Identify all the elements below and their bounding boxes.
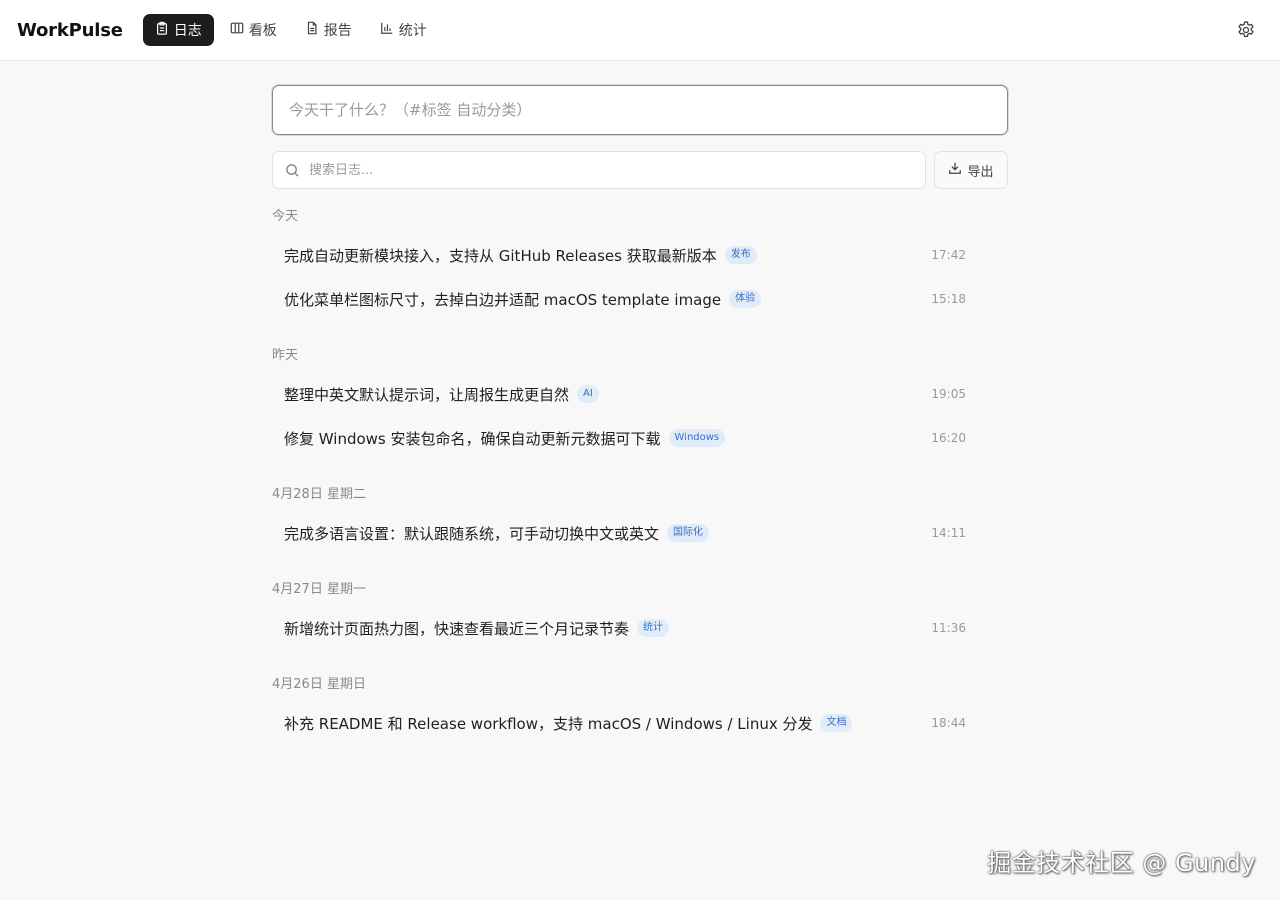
tab-journal[interactable]: 日志: [142, 14, 214, 46]
search-input[interactable]: [273, 152, 925, 188]
tab-stats-label: 统计: [398, 23, 427, 39]
log-entry[interactable]: 修复 Windows 安装包命名，确保自动更新元数据可下载 Windows 16…: [272, 416, 1008, 460]
export-label: 导出: [967, 164, 994, 180]
day-group-today: 今天 完成自动更新模块接入，支持从 GitHub Releases 获取最新版本…: [272, 208, 1008, 321]
tab-report-label: 报告: [323, 23, 352, 39]
entry-text: 补充 README 和 Release workflow，支持 macOS / …: [284, 714, 813, 733]
tag-badge[interactable]: AI: [577, 385, 599, 403]
settings-button[interactable]: [1236, 20, 1256, 40]
day-group-yesterday: 昨天 整理中英文默认提示词，让周报生成更自然 AI 19:05 修复 Windo…: [272, 347, 1008, 460]
entry-list: 整理中英文默认提示词，让周报生成更自然 AI 19:05 修复 Windows …: [272, 372, 1008, 460]
entry-time: 16:20: [931, 431, 966, 445]
entry-text: 修复 Windows 安装包命名，确保自动更新元数据可下载: [284, 429, 661, 448]
tab-report[interactable]: 报告: [293, 14, 364, 46]
log-entry[interactable]: 整理中英文默认提示词，让周报生成更自然 AI 19:05: [272, 372, 1008, 416]
gear-icon: [1236, 21, 1256, 44]
tab-board[interactable]: 看板: [218, 14, 289, 46]
tag-badge[interactable]: 统计: [637, 619, 670, 637]
compose-input[interactable]: [272, 85, 1008, 135]
bar-chart-icon: [380, 21, 394, 39]
entry-text: 完成多语言设置：默认跟随系统，可手动切换中文或英文: [284, 524, 660, 543]
entry-list: 完成自动更新模块接入，支持从 GitHub Releases 获取最新版本 发布…: [272, 233, 1008, 321]
journal-toolbar: 导出: [272, 151, 1008, 189]
day-group: 4月26日 星期日 补充 README 和 Release workflow，支…: [272, 676, 1008, 745]
document-icon: [305, 21, 319, 39]
group-label: 4月28日 星期二: [272, 487, 366, 502]
main-nav: 日志 看板 报告 统计: [142, 14, 439, 46]
watermark-text: 掘金技术社区 @ Gundy: [987, 849, 1256, 877]
log-entry[interactable]: 完成自动更新模块接入，支持从 GitHub Releases 获取最新版本 发布…: [272, 233, 1008, 277]
entry-text: 新增统计页面热力图，快速查看最近三个月记录节奏: [284, 619, 630, 638]
entry-list: 补充 README 和 Release workflow，支持 macOS / …: [272, 701, 1008, 745]
log-entry[interactable]: 新增统计页面热力图，快速查看最近三个月记录节奏 统计 11:36: [272, 606, 1008, 650]
entry-time: 19:05: [931, 387, 966, 401]
tag-badge[interactable]: 国际化: [667, 524, 710, 542]
tag-badge[interactable]: 文档: [820, 714, 853, 732]
entry-time: 15:18: [931, 292, 966, 306]
entry-time: 18:44: [931, 716, 966, 730]
group-label: 昨天: [272, 348, 299, 363]
entry-time: 11:36: [931, 621, 966, 635]
log-entry[interactable]: 补充 README 和 Release workflow，支持 macOS / …: [272, 701, 1008, 745]
clipboard-icon: [155, 21, 169, 39]
tab-journal-label: 日志: [173, 23, 202, 39]
log-entry[interactable]: 完成多语言设置：默认跟随系统，可手动切换中文或英文 国际化 14:11: [272, 511, 1008, 555]
day-group: 4月28日 星期二 完成多语言设置：默认跟随系统，可手动切换中文或英文 国际化 …: [272, 486, 1008, 555]
board-icon: [230, 21, 244, 39]
download-icon: [948, 161, 962, 179]
entry-text: 完成自动更新模块接入，支持从 GitHub Releases 获取最新版本: [284, 246, 717, 265]
journal-main: 导出 今天 完成自动更新模块接入，支持从 GitHub Releases 获取最…: [272, 85, 1008, 745]
search-box: [272, 151, 926, 189]
group-label: 4月27日 星期一: [272, 582, 366, 597]
tag-badge[interactable]: 体验: [729, 290, 762, 308]
entry-text: 整理中英文默认提示词，让周报生成更自然: [284, 385, 570, 404]
entry-text: 优化菜单栏图标尺寸，去掉白边并适配 macOS template image: [284, 290, 722, 309]
entry-time: 14:11: [931, 526, 966, 540]
entry-list: 新增统计页面热力图，快速查看最近三个月记录节奏 统计 11:36: [272, 606, 1008, 650]
entry-time: 17:42: [931, 248, 966, 262]
group-label: 4月26日 星期日: [272, 677, 366, 692]
tab-board-label: 看板: [248, 23, 277, 39]
app-title: WorkPulse: [17, 19, 123, 41]
tag-badge[interactable]: Windows: [668, 429, 726, 447]
top-bar: WorkPulse 日志 看板 报告 统计: [0, 0, 1280, 61]
group-label: 今天: [272, 209, 299, 224]
entry-list: 完成多语言设置：默认跟随系统，可手动切换中文或英文 国际化 14:11: [272, 511, 1008, 555]
tag-badge[interactable]: 发布: [724, 246, 757, 264]
export-button[interactable]: 导出: [934, 151, 1008, 189]
tab-stats[interactable]: 统计: [368, 14, 439, 46]
day-group: 4月27日 星期一 新增统计页面热力图，快速查看最近三个月记录节奏 统计 11:…: [272, 581, 1008, 650]
log-entry[interactable]: 优化菜单栏图标尺寸，去掉白边并适配 macOS template image 体…: [272, 277, 1008, 321]
